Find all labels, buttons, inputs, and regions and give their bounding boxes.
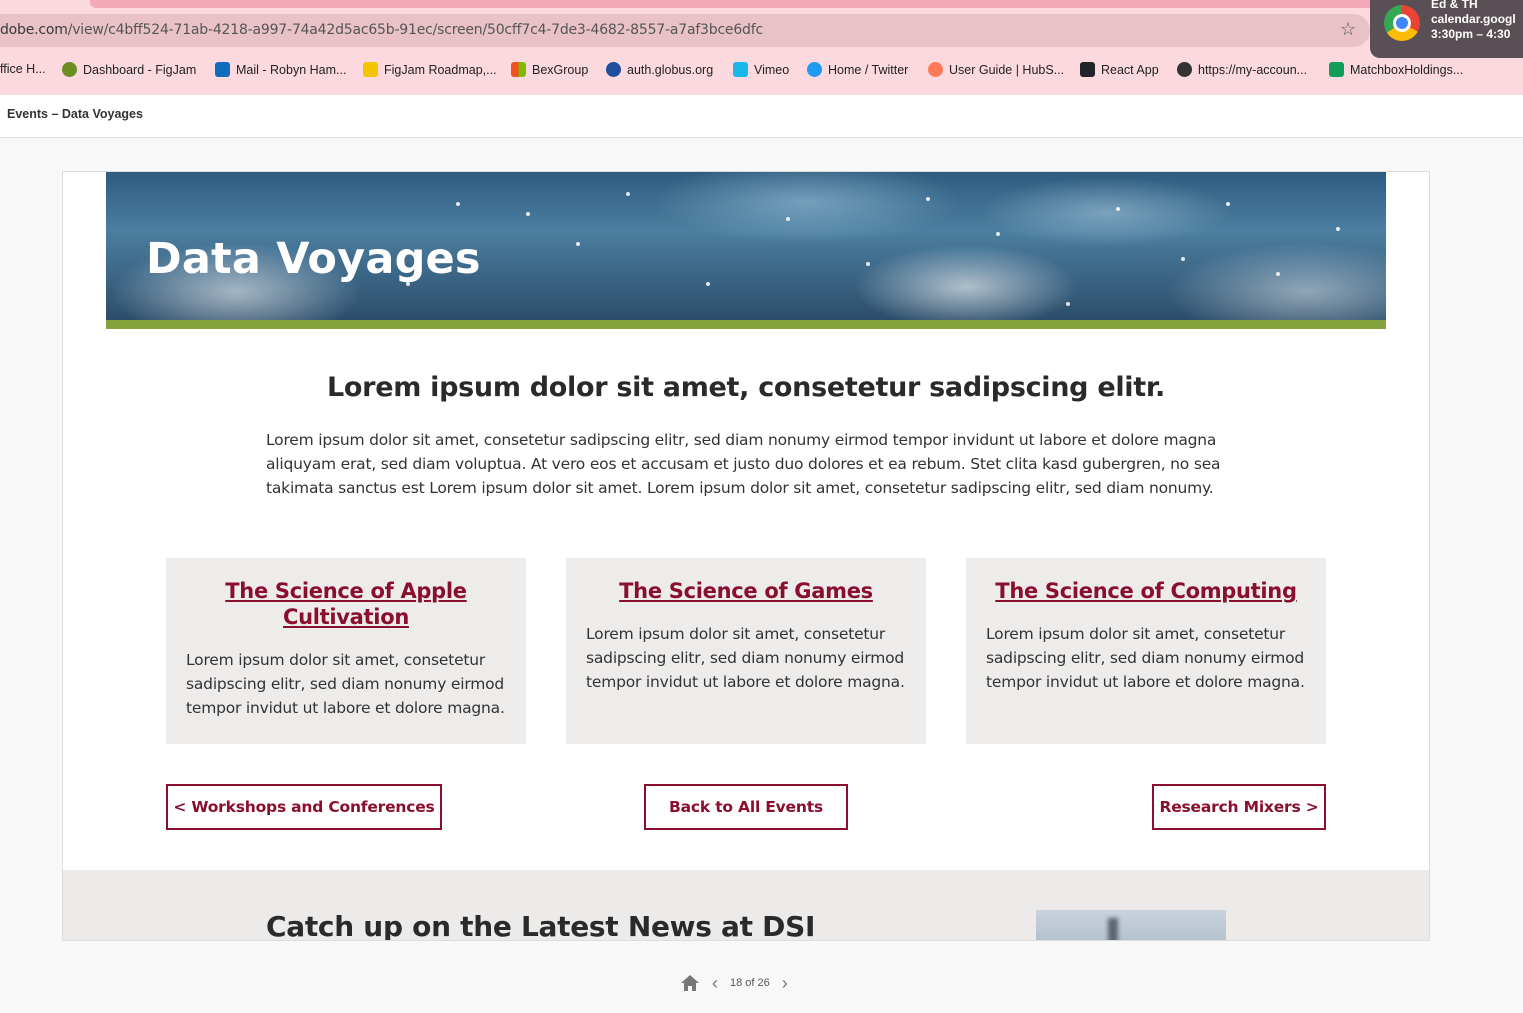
miro-icon [363, 62, 378, 77]
react-icon [1080, 62, 1095, 77]
microsoft-icon [511, 62, 526, 77]
outlook-icon [215, 62, 230, 77]
event-card-link[interactable]: The Science of Games [586, 578, 906, 604]
bookmark-item[interactable]: MatchboxHoldings... [1329, 62, 1463, 77]
screen-pager: ‹ 18 of 26 › [680, 972, 788, 994]
bookmark-label: ffice H... [0, 62, 46, 76]
calendar-notification[interactable]: Ed & TH calendar.googl 3:30pm – 4:30 [1370, 0, 1523, 58]
bookmark-label: FigJam Roadmap,... [384, 62, 497, 77]
event-card-description: Lorem ipsum dolor sit amet, consetetur s… [986, 625, 1305, 691]
bookmark-item[interactable]: Dashboard - FigJam [62, 62, 196, 77]
event-card-description: Lorem ipsum dolor sit amet, consetetur s… [586, 625, 905, 691]
bookmark-label: Dashboard - FigJam [83, 62, 197, 77]
bookmark-label: Mail - Robyn Ham... [236, 62, 347, 77]
bookmarks-bar: ffice H... Dashboard - FigJam Mail - Rob… [0, 58, 1523, 82]
figjam-icon [62, 62, 77, 77]
chrome-icon [1384, 5, 1420, 41]
bookmark-item[interactable]: auth.globus.org [606, 62, 713, 77]
page-title: Events – Data Voyages [7, 107, 143, 121]
artboard: Data Voyages Lorem ipsum dolor sit amet,… [62, 171, 1430, 941]
home-icon[interactable] [680, 974, 700, 992]
event-card: The Science of Games Lorem ipsum dolor s… [566, 558, 926, 744]
news-section: Catch up on the Latest News at DSI [63, 870, 1429, 941]
chevron-left-icon[interactable]: ‹ [712, 973, 718, 994]
news-thumbnail[interactable] [1036, 910, 1226, 940]
chevron-right-icon[interactable]: › [782, 973, 788, 994]
active-tab-strip[interactable] [90, 0, 1380, 8]
vimeo-icon [733, 62, 748, 77]
bookmark-item[interactable]: Home / Twitter [807, 62, 908, 77]
bookmark-label: auth.globus.org [627, 62, 714, 77]
bookmark-label: BexGroup [532, 62, 589, 77]
notification-title: Ed & TH [1431, 0, 1478, 11]
notification-time: 3:30pm – 4:30 [1431, 27, 1511, 41]
bookmark-label: Vimeo [754, 62, 790, 77]
bookmark-label: React App [1101, 62, 1159, 77]
hero-banner: Data Voyages [106, 172, 1386, 320]
event-card: The Science of Computing Lorem ipsum dol… [966, 558, 1326, 744]
prototype-header: Events – Data Voyages [0, 95, 1523, 138]
next-category-button[interactable]: Research Mixers > [1152, 784, 1326, 830]
address-bar[interactable]: dobe.com/view/c4bff524-71ab-4218-a997-74… [0, 14, 1370, 47]
bookmark-item[interactable]: ffice H... [0, 62, 46, 76]
hero-accent-bar [106, 320, 1386, 329]
sheets-icon [1329, 62, 1344, 77]
section-headline: Lorem ipsum dolor sit amet, consetetur s… [327, 372, 1165, 403]
notification-source: calendar.googl [1431, 12, 1516, 26]
browser-toolbar: dobe.com/view/c4bff524-71ab-4218-a997-74… [0, 0, 1523, 95]
twitter-icon [807, 62, 822, 77]
bookmark-label: MatchboxHoldings... [1350, 62, 1464, 77]
event-card: The Science of Apple Cultivation Lorem i… [166, 558, 526, 744]
bookmark-label: User Guide | HubS... [949, 62, 1065, 77]
back-to-events-button[interactable]: Back to All Events [644, 784, 848, 830]
bookmark-star-icon[interactable]: ☆ [1340, 19, 1356, 40]
bookmark-item[interactable]: BexGroup [511, 62, 588, 77]
bookmark-item[interactable]: React App [1080, 62, 1159, 77]
bookmark-item[interactable]: Vimeo [733, 62, 789, 77]
news-title: Catch up on the Latest News at DSI [266, 910, 816, 941]
event-card-link[interactable]: The Science of Computing [986, 578, 1306, 604]
bookmark-label: https://my-accoun... [1198, 62, 1308, 77]
bookmark-item[interactable]: Mail - Robyn Ham... [215, 62, 346, 77]
bookmark-item[interactable]: https://my-accoun... [1177, 62, 1307, 77]
intro-paragraph: Lorem ipsum dolor sit amet, consetetur s… [266, 431, 1221, 497]
prev-category-button[interactable]: < Workshops and Conferences [166, 784, 442, 830]
bookmark-item[interactable]: User Guide | HubS... [928, 62, 1064, 77]
url-text[interactable]: dobe.com/view/c4bff524-71ab-4218-a997-74… [0, 22, 763, 38]
screen-counter: 18 of 26 [730, 977, 770, 989]
url-path: /view/c4bff524-71ab-4218-a997-74a42d5ac6… [67, 22, 763, 38]
hubspot-icon [928, 62, 943, 77]
hero-title: Data Voyages [146, 234, 481, 284]
globus-icon [606, 62, 621, 77]
url-host: dobe.com [0, 22, 68, 38]
globe-icon [1177, 62, 1192, 77]
bookmark-label: Home / Twitter [828, 62, 909, 77]
event-card-link[interactable]: The Science of Apple Cultivation [186, 578, 506, 630]
event-card-description: Lorem ipsum dolor sit amet, consetetur s… [186, 651, 505, 717]
bookmark-item[interactable]: FigJam Roadmap,... [363, 62, 497, 77]
